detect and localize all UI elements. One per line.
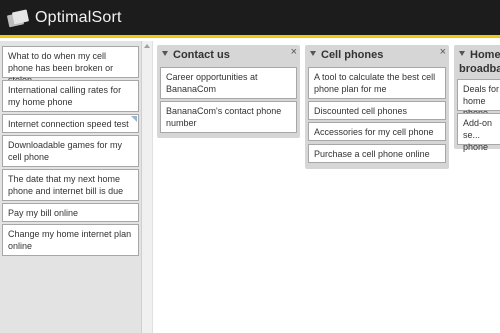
card-label: Discounted cell phones [314,106,408,116]
card-label: Internet connection speed test [8,119,129,129]
card[interactable]: Internet connection speed test [2,114,139,133]
card[interactable]: Accessories for my cell phone [308,122,446,141]
card[interactable]: The date that my next home phone and int… [2,169,139,201]
collapse-arrow-icon[interactable] [459,51,465,56]
unsorted-cards-panel: What to do when my cell phone has been b… [0,41,142,333]
card-label: Downloadable games for my cell phone [8,140,123,162]
app-name: OptimalSort [35,9,122,26]
card-stack-logo-icon [7,9,29,28]
card[interactable]: BananaCom's contact phone number [160,101,297,133]
sidebar-scrollbar[interactable] [142,41,153,333]
card-label: Add-on se... phone [463,118,493,152]
group-title[interactable]: Cell phones [310,48,383,62]
card[interactable]: Change my home internet plan online [2,224,139,256]
card[interactable]: What to do when my cell phone has been b… [2,46,139,85]
group-title[interactable]: Home broadband [459,48,500,76]
card-label: International calling rates for my home … [8,85,122,107]
group-title[interactable]: Contact us [162,48,230,62]
close-icon[interactable]: × [291,46,297,58]
card-label: Change my home internet plan online [8,229,132,251]
card[interactable]: Career opportunities at BananaCom [160,67,297,99]
card[interactable]: Downloadable games for my cell phone [2,135,139,167]
card-label: Career opportunities at BananaCom [166,72,258,94]
card-label: Accessories for my cell phone [314,127,434,137]
card-label: The date that my next home phone and int… [8,174,124,196]
card-label: A tool to calculate the best cell phone … [314,72,436,94]
card-label: Purchase a cell phone online [314,149,430,159]
card[interactable]: Purchase a cell phone online [308,144,446,163]
close-icon[interactable]: × [440,46,446,58]
scroll-up-arrow-icon[interactable] [144,44,150,48]
collapse-arrow-icon[interactable] [162,51,168,56]
card[interactable]: A tool to calculate the best cell phone … [308,67,446,99]
card[interactable]: International calling rates for my home … [2,80,139,112]
card[interactable]: Discounted cell phones [308,101,446,120]
card[interactable]: Pay my bill online [2,203,139,222]
card[interactable]: Deals for home phone bu... [457,79,500,130]
group-home-broadband[interactable]: Home broadband Deals for home phone bu..… [454,45,500,152]
collapse-arrow-icon[interactable] [310,51,316,56]
card-label: Pay my bill online [8,208,79,218]
group-contact-us[interactable]: Contact us × Career opportunities at Ban… [157,45,300,138]
card-corner-marker [131,116,137,122]
group-cell-phones[interactable]: Cell phones × A tool to calculate the be… [305,45,449,169]
card[interactable]: Add-on se... phone [457,113,500,152]
card-label: BananaCom's contact phone number [166,106,282,128]
top-bar: OptimalSort [0,0,500,38]
